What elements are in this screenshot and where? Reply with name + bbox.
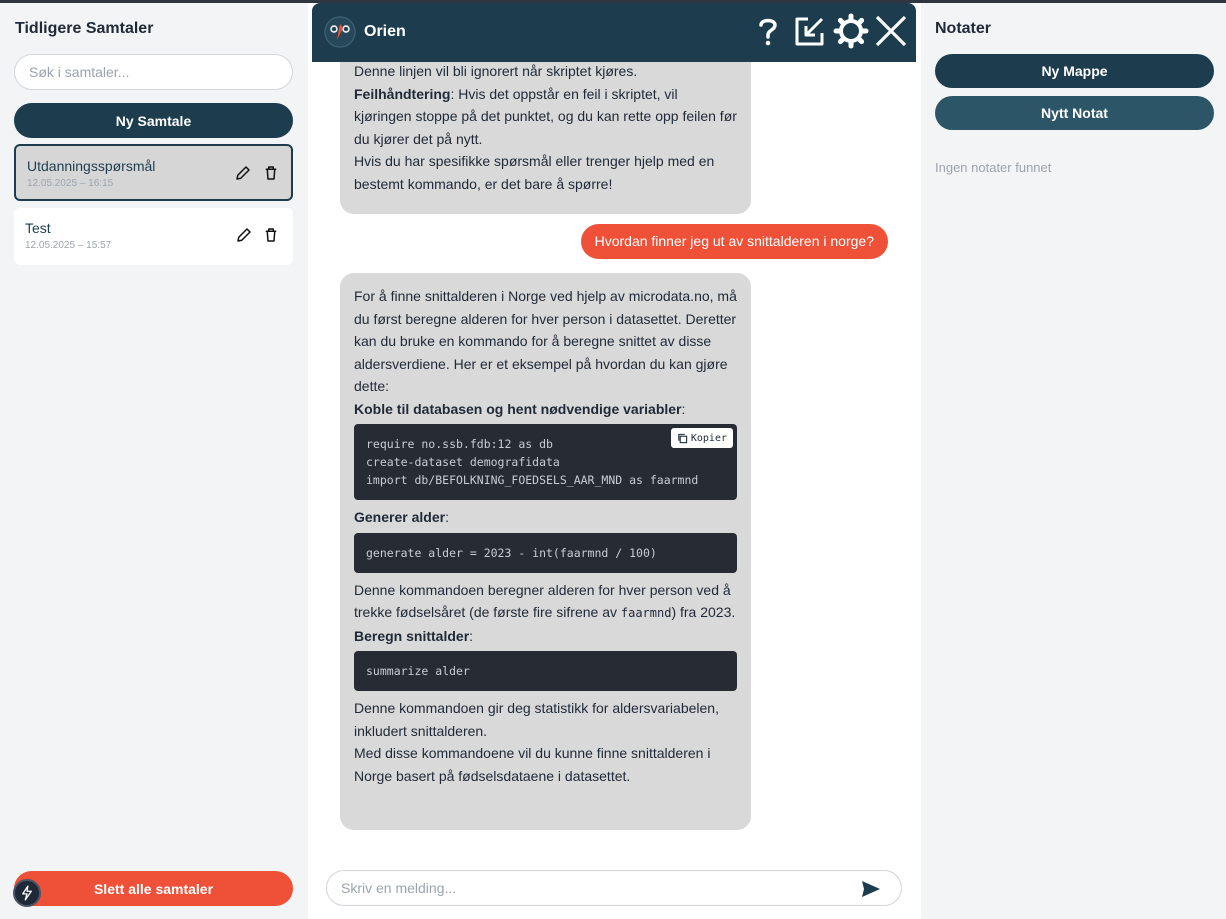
conversations-sidebar: Tidligere Samtaler Ny Samtale Utdannings… bbox=[0, 3, 308, 919]
delete-all-conversations-button[interactable]: Slett alle samtaler bbox=[14, 871, 293, 906]
conversation-item[interactable]: Test 12.05.2025 – 15:57 bbox=[14, 208, 293, 265]
sidebar-title: Tidligere Samtaler bbox=[15, 20, 154, 37]
code-block: generate alder = 2023 - int(faarmnd / 10… bbox=[354, 532, 737, 573]
chat-title: Orien bbox=[364, 23, 406, 40]
message-paragraph: Med disse kommandoene vil du kunne finne… bbox=[354, 745, 711, 784]
trash-icon[interactable] bbox=[262, 226, 280, 244]
copy-icon bbox=[678, 433, 688, 443]
code-line: import db/BEFOLKNING_FOEDSELS_AAR_MND as… bbox=[366, 473, 699, 487]
trash-icon[interactable] bbox=[262, 164, 280, 182]
conversation-search-input[interactable] bbox=[14, 54, 293, 90]
message-paragraph: Feilhåndtering: Hvis det oppstår en feil… bbox=[354, 83, 737, 151]
notes-panel: Notater Ny Mappe Nytt Notat Ingen notate… bbox=[921, 3, 1226, 919]
message-bold-heading: Beregn snittalder bbox=[354, 627, 470, 644]
no-notes-text: Ingen notater funnet bbox=[935, 160, 1052, 175]
new-conversation-button[interactable]: Ny Samtale bbox=[14, 103, 293, 138]
message-list: Denne linjen vil bli ignorert når skript… bbox=[308, 62, 921, 857]
message-paragraph: Hvis du har spesifikke spørsmål eller tr… bbox=[354, 153, 715, 192]
user-message: Hvordan finner jeg ut av snittalderen i … bbox=[580, 224, 888, 259]
message-bold-heading: Generer alder bbox=[354, 509, 446, 525]
edit-pencil-icon[interactable] bbox=[235, 226, 253, 244]
conversation-date: 12.05.2025 – 16:15 bbox=[27, 178, 114, 189]
help-icon[interactable] bbox=[750, 13, 786, 49]
bolt-icon[interactable] bbox=[13, 879, 41, 907]
copy-code-button[interactable]: Kopier bbox=[670, 428, 733, 448]
message-bold-heading: Koble til databasen og hent nødvendige v… bbox=[354, 400, 682, 417]
message-input[interactable] bbox=[341, 871, 841, 905]
message-line: Denne linjen vil bli ignorert når skript… bbox=[354, 63, 638, 79]
message-composer bbox=[326, 870, 902, 906]
chat-header: Orien bbox=[312, 3, 916, 62]
edit-pencil-icon[interactable] bbox=[234, 164, 252, 182]
conversation-item-active[interactable]: Utdanningsspørsmål 12.05.2025 – 16:15 bbox=[14, 144, 293, 201]
new-folder-button[interactable]: Ny Mappe bbox=[935, 54, 1214, 88]
conversation-date: 12.05.2025 – 15:57 bbox=[25, 240, 112, 251]
code-line: create-dataset demografidata bbox=[366, 455, 560, 469]
popout-icon[interactable] bbox=[792, 13, 828, 49]
conversation-title: Test bbox=[25, 220, 51, 236]
message-paragraph: Generer alder: bbox=[354, 509, 449, 525]
assistant-message: Denne linjen vil bli ignorert når skript… bbox=[340, 62, 751, 214]
close-icon[interactable] bbox=[873, 13, 909, 49]
code-block: require no.ssb.fdb:12 as db create-datase… bbox=[354, 424, 737, 500]
new-note-button[interactable]: Nytt Notat bbox=[935, 96, 1214, 130]
inline-code: faarmnd bbox=[620, 606, 672, 620]
conversation-title: Utdanningsspørsmål bbox=[27, 158, 156, 174]
message-paragraph: For å finne snittalderen i Norge ved hje… bbox=[354, 288, 737, 394]
message-paragraph: Koble til databasen og hent nødvendige v… bbox=[354, 400, 686, 417]
chat-panel: Orien Denne linjen vil bli ignorert når … bbox=[308, 3, 921, 919]
orien-logo-icon bbox=[324, 16, 356, 48]
settings-icon[interactable] bbox=[833, 13, 869, 49]
send-icon[interactable] bbox=[861, 880, 881, 898]
message-paragraph: Beregn snittalder: bbox=[354, 627, 474, 644]
copy-label: Kopier bbox=[690, 432, 727, 444]
message-paragraph: Denne kommandoen beregner alderen for hv… bbox=[354, 579, 737, 625]
notes-title: Notater bbox=[935, 20, 992, 37]
assistant-message: For å finne snittalderen i Norge ved hje… bbox=[340, 273, 751, 830]
code-block: summarize alder bbox=[354, 651, 737, 691]
message-text: ) fra 2023. bbox=[671, 604, 736, 620]
message-bold-heading: Feilhåndtering bbox=[354, 85, 451, 102]
message-paragraph: Denne kommandoen gir deg statistikk for … bbox=[354, 700, 719, 739]
